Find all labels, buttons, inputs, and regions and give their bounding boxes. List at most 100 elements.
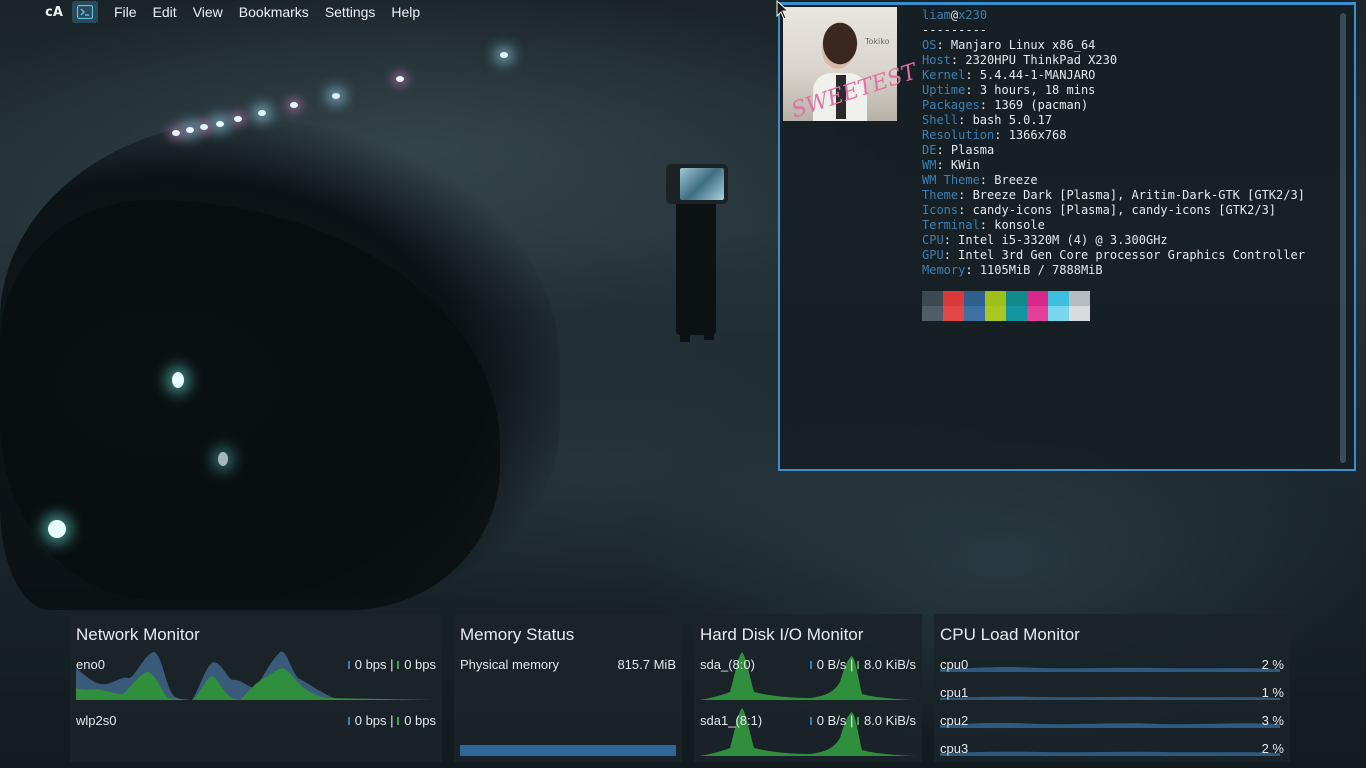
- info-value: Breeze Dark [Plasma], Aritim-Dark-GTK [G…: [972, 188, 1305, 202]
- read-rate: 0 B/s: [816, 657, 847, 672]
- device-rates: 0 B/s | 8.0 KiB/s: [809, 713, 916, 728]
- color-swatch: [1027, 306, 1048, 321]
- network-graph-eno0: [76, 651, 436, 700]
- info-value: Intel 3rd Gen Core processor Graphics Co…: [958, 248, 1305, 262]
- color-swatch: [1006, 306, 1027, 321]
- street-lamp: [332, 93, 340, 99]
- street-lamp: [200, 124, 208, 130]
- terminal-host: x230: [958, 8, 988, 22]
- upload-rate: 0 bps: [404, 713, 436, 728]
- disk-graph-sda: [700, 652, 916, 700]
- menu-help[interactable]: Help: [383, 1, 428, 23]
- info-key: CPU: [922, 233, 944, 247]
- memory-value: 815.7 MiB: [617, 657, 676, 672]
- read-legend-icon: [809, 661, 812, 669]
- mouse-pointer-icon: [776, 0, 790, 20]
- app-launcher-icon[interactable]: cA: [40, 0, 68, 24]
- car-headlight-glow: [48, 520, 66, 538]
- cpu-core-load: 2 %: [1261, 657, 1284, 672]
- color-swatch: [1048, 291, 1069, 306]
- device-rates: 0 B/s | 8.0 KiB/s: [809, 657, 916, 672]
- widget-title: CPU Load Monitor: [940, 625, 1080, 644]
- konsole-icon[interactable]: [72, 1, 98, 23]
- memory-usage-bar: [460, 745, 676, 756]
- rate-separator: |: [849, 657, 854, 672]
- rate-separator: |: [390, 713, 394, 728]
- terminal-user: liam: [922, 8, 951, 22]
- cpu1-graph: [940, 696, 1280, 700]
- info-key: Uptime: [922, 83, 966, 97]
- info-key: Host: [922, 53, 951, 67]
- info-value: KWin: [950, 158, 980, 172]
- write-rate: 8.0 KiB/s: [863, 657, 916, 672]
- info-key: Memory: [922, 263, 966, 277]
- menu-bookmarks[interactable]: Bookmarks: [231, 1, 317, 23]
- info-value: konsole: [994, 218, 1045, 232]
- color-swatch: [1069, 306, 1090, 321]
- info-value: 1105MiB / 7888MiB: [979, 263, 1103, 277]
- color-swatch: [1027, 291, 1048, 306]
- cpu-load-monitor-widget[interactable]: CPU Load Monitor cpu0 2 % cpu1 1 % cpu2 …: [934, 614, 1290, 762]
- widget-title: Memory Status: [460, 625, 575, 644]
- interface-rates: 0 bps | 0 bps: [347, 713, 436, 728]
- info-value: 2320HPU ThinkPad X230: [965, 53, 1118, 67]
- info-key: DE: [922, 143, 937, 157]
- cpu-core-name: cpu0: [940, 657, 969, 672]
- konsole-window[interactable]: SWEETEST Tokiko liam@x230 --------- OS: …: [778, 2, 1356, 471]
- menu-edit[interactable]: Edit: [145, 1, 185, 23]
- street-lamp: [216, 121, 224, 127]
- neofetch-output[interactable]: liam@x230 --------- OS: Manjaro Linux x8…: [922, 8, 1305, 278]
- info-key: GPU: [922, 248, 944, 262]
- street-lamp: [258, 110, 266, 116]
- street-lamp: [396, 76, 404, 82]
- memory-status-widget[interactable]: Memory Status Physical memory 815.7 MiB: [454, 614, 682, 762]
- color-palette: [922, 291, 1090, 321]
- color-swatch: [943, 306, 964, 321]
- terminal-separator: ---------: [922, 23, 988, 37]
- info-value: candy-icons [Plasma], candy-icons [GTK2/…: [972, 203, 1277, 217]
- rate-separator: |: [849, 713, 854, 728]
- info-key: Shell: [922, 113, 959, 127]
- album-cover-artist: Tokiko: [865, 37, 890, 46]
- street-lamp: [290, 102, 298, 108]
- color-swatch: [1048, 306, 1069, 321]
- info-key: Theme: [922, 188, 959, 202]
- color-swatch: [964, 306, 985, 321]
- info-value: 1369 (pacman): [994, 98, 1089, 112]
- color-swatch: [985, 306, 1006, 321]
- write-legend-icon: [856, 717, 859, 725]
- info-value: bash 5.0.17: [972, 113, 1053, 127]
- info-value: Breeze: [994, 173, 1038, 187]
- terminal-scrollbar-handle[interactable]: [1340, 13, 1346, 463]
- menu-view[interactable]: View: [185, 1, 231, 23]
- info-key: Kernel: [922, 68, 966, 82]
- network-monitor-widget[interactable]: Network Monitor eno0 0 bps | 0 bps wlp2s…: [70, 614, 442, 762]
- street-lamp: [172, 130, 180, 136]
- device-name: sda1_(8:1): [700, 713, 763, 728]
- cpu2-graph: [940, 722, 1280, 728]
- info-value: 3 hours, 18 mins: [979, 83, 1096, 97]
- info-key: Terminal: [922, 218, 980, 232]
- cpu-core-name: cpu2: [940, 713, 969, 728]
- menu-settings[interactable]: Settings: [317, 1, 384, 23]
- terminal-scrollbar[interactable]: [1340, 13, 1346, 463]
- memory-label: Physical memory: [460, 657, 559, 672]
- info-key: Packages: [922, 98, 980, 112]
- menu-file[interactable]: File: [106, 1, 145, 23]
- download-legend-icon: [347, 717, 350, 725]
- info-key: Resolution: [922, 128, 995, 142]
- cpu-core-name: cpu1: [940, 685, 969, 700]
- color-swatch: [922, 291, 943, 306]
- download-rate: 0 bps: [354, 713, 387, 728]
- read-rate: 0 B/s: [816, 713, 847, 728]
- write-rate: 8.0 KiB/s: [863, 713, 916, 728]
- info-value: 5.4.44-1-MANJARO: [979, 68, 1096, 82]
- album-cover-image: SWEETEST Tokiko: [783, 7, 920, 124]
- car-reflection-glow: [218, 452, 228, 466]
- info-value: Plasma: [950, 143, 995, 157]
- disk-io-monitor-widget[interactable]: Hard Disk I/O Monitor sda_(8:0) 0 B/s | …: [694, 614, 922, 762]
- info-key: Icons: [922, 203, 959, 217]
- cpu-core-load: 1 %: [1261, 685, 1284, 700]
- write-legend-icon: [856, 661, 859, 669]
- street-lamp: [186, 127, 194, 133]
